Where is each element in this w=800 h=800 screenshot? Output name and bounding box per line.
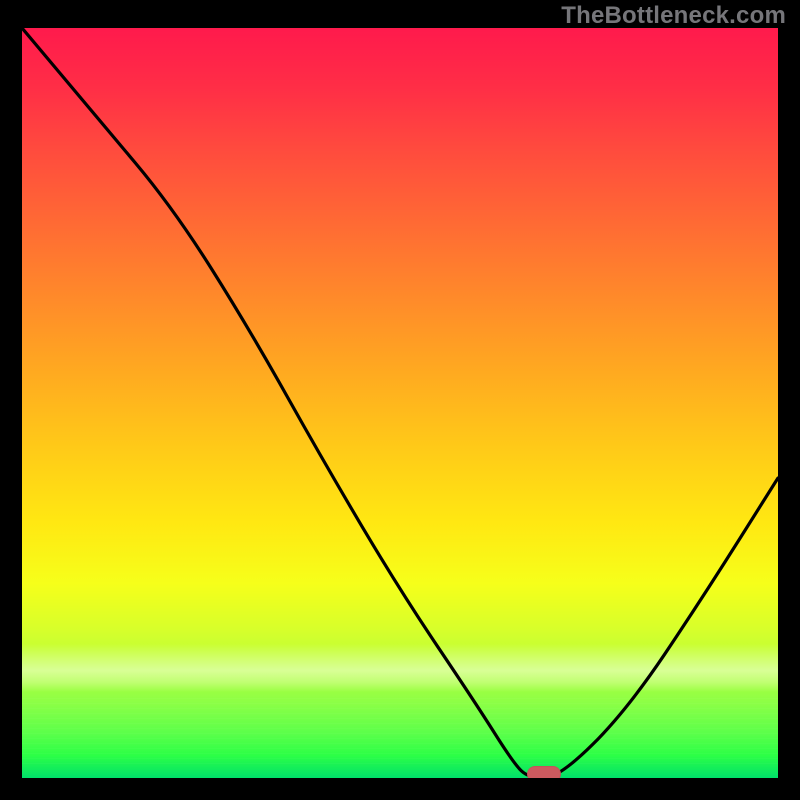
plot-area: [22, 28, 778, 778]
curve-svg: [22, 28, 778, 778]
watermark-text: TheBottleneck.com: [561, 2, 786, 30]
chart-frame: TheBottleneck.com: [0, 0, 800, 800]
optimum-marker: [527, 766, 561, 778]
curve-path: [22, 28, 778, 778]
